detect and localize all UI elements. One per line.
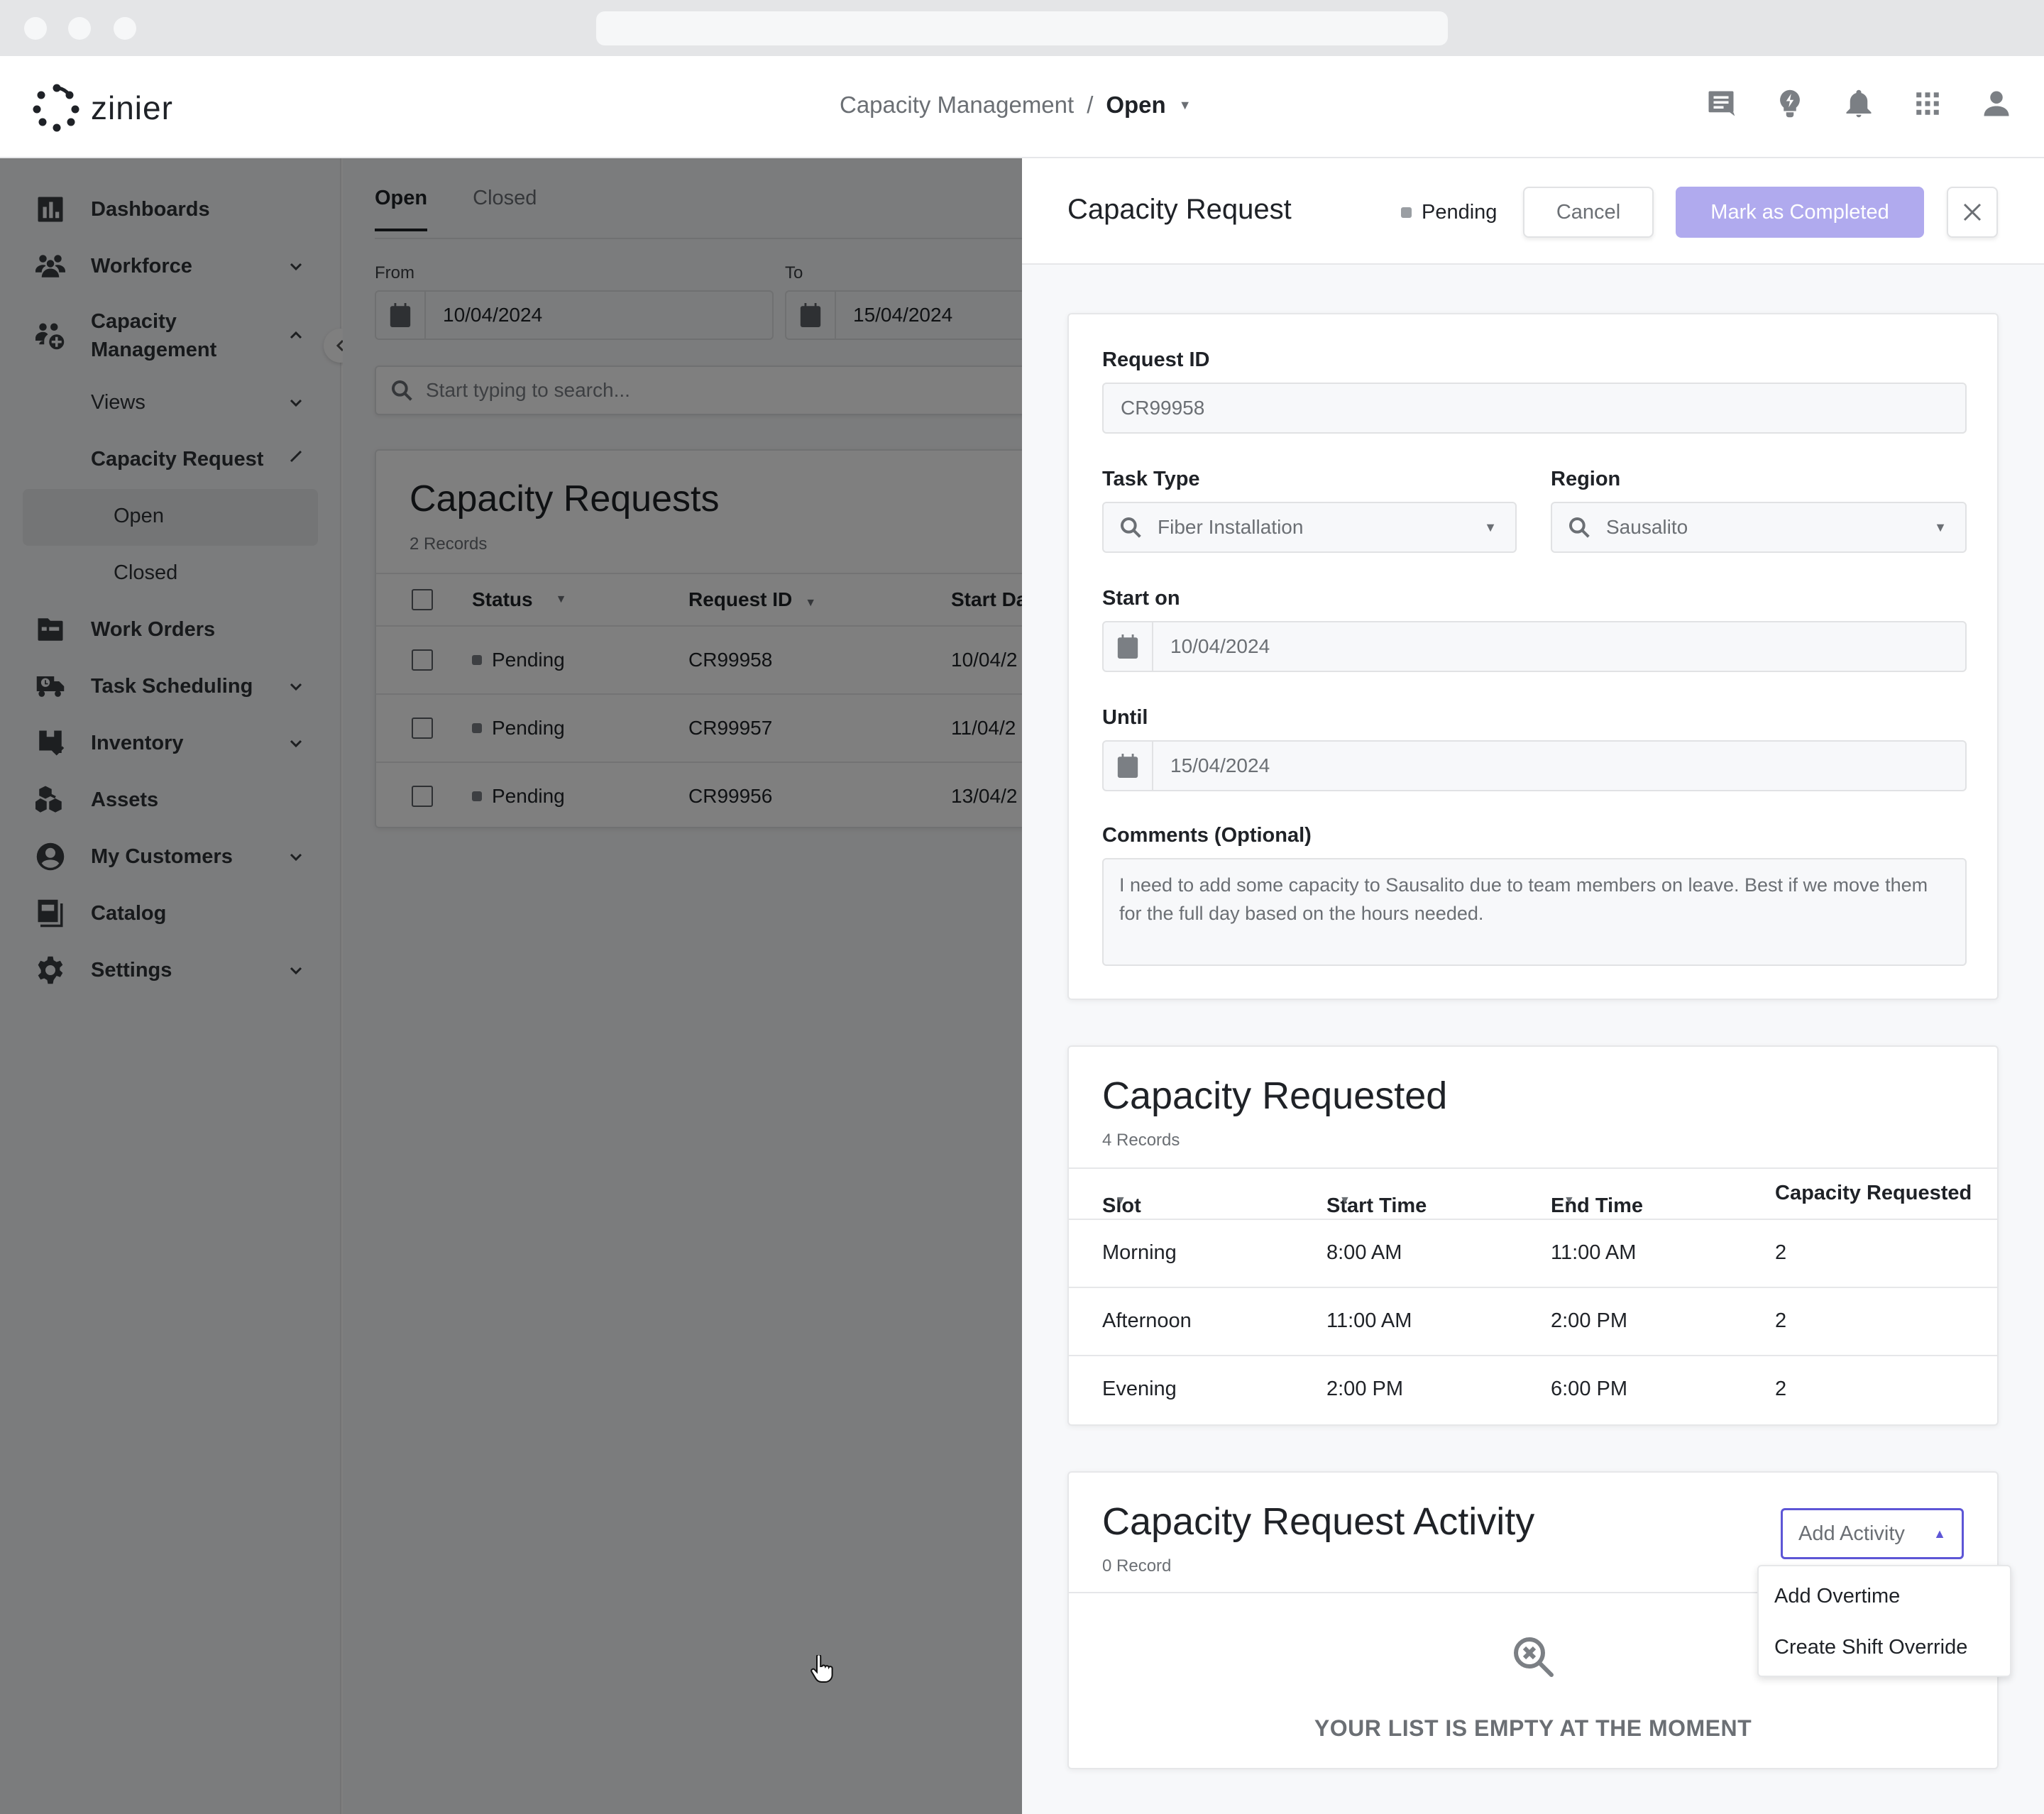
task-type-value: Fiber Installation [1158, 516, 1304, 538]
table-row[interactable]: Morning 8:00 AM 11:00 AM 2 [1069, 1219, 1997, 1287]
app-header: zinier Capacity Management / Open ▼ [0, 56, 2044, 158]
status-dot [1401, 207, 1412, 218]
end-time: 2:00 PM [1551, 1309, 1627, 1332]
address-bar[interactable] [596, 11, 1448, 45]
breadcrumb-parent[interactable]: Capacity Management [840, 92, 1074, 119]
menu-item-add-overtime[interactable]: Add Overtime [1774, 1585, 1900, 1608]
chat-icon[interactable] [1706, 89, 1736, 119]
window-maximize-dot[interactable] [114, 17, 136, 40]
start-on-label: Start on [1102, 587, 1180, 610]
calendar-icon[interactable] [1104, 622, 1153, 671]
until-value: 15/04/2024 [1170, 754, 1270, 776]
capacity-record-count: 4 Records [1102, 1131, 1180, 1150]
lightbulb-icon[interactable] [1775, 89, 1805, 119]
breadcrumb-separator: / [1087, 92, 1094, 118]
close-icon [1963, 203, 1982, 221]
cancel-button[interactable]: Cancel [1523, 187, 1654, 238]
region-select[interactable]: Sausalito ▼ [1551, 502, 1967, 553]
add-activity-dropdown[interactable]: Add Activity ▲ [1781, 1508, 1964, 1559]
start-time: 8:00 AM [1326, 1241, 1402, 1264]
sort-icon: ▼ [1115, 1194, 1126, 1206]
window-minimize-dot[interactable] [68, 17, 91, 40]
comments-textarea[interactable]: I need to add some capacity to Sausalito… [1102, 858, 1967, 966]
until-label: Until [1102, 706, 1148, 729]
table-row[interactable]: Evening 2:00 PM 6:00 PM 2 [1069, 1355, 1997, 1423]
empty-search-icon [1511, 1634, 1555, 1678]
panel-header: Capacity Request Pending Cancel Mark as … [1022, 158, 2044, 265]
column-capacity-requested: Capacity Requested [1775, 1182, 1972, 1204]
breadcrumb-current[interactable]: Open [1106, 92, 1165, 119]
menu-item-create-shift-override[interactable]: Create Shift Override [1774, 1636, 1967, 1659]
empty-state-text: YOUR LIST IS EMPTY AT THE MOMENT [1314, 1715, 1752, 1741]
status-badge: Pending [1401, 201, 1497, 224]
search-icon [1569, 517, 1590, 538]
region-label: Region [1551, 468, 1621, 490]
sort-icon: ▼ [1564, 1194, 1575, 1206]
request-id-field[interactable]: CR99958 [1102, 383, 1967, 434]
calendar-icon[interactable] [1104, 742, 1153, 790]
slot: Evening [1102, 1378, 1177, 1400]
end-time: 11:00 AM [1551, 1241, 1637, 1264]
caret-down-icon[interactable]: ▼ [1934, 520, 1947, 535]
brand-name: zinier [91, 89, 173, 126]
activity-record-count: 0 Record [1102, 1556, 1172, 1576]
logo-icon [33, 84, 79, 132]
start-time: 2:00 PM [1326, 1378, 1403, 1400]
end-time: 6:00 PM [1551, 1378, 1627, 1400]
region-value: Sausalito [1606, 516, 1688, 538]
request-details-card: Request ID CR99958 Task Type Fiber Insta… [1067, 313, 1999, 1000]
capacity-request-activity-card: Capacity Request Activity 0 Record Add A… [1067, 1471, 2011, 1769]
capacity: 2 [1775, 1241, 1787, 1264]
sort-icon: ▼ [1339, 1194, 1351, 1206]
mark-as-completed-button[interactable]: Mark as Completed [1676, 187, 1924, 238]
slot: Afternoon [1102, 1309, 1192, 1332]
table-row[interactable]: Afternoon 11:00 AM 2:00 PM 2 [1069, 1287, 1997, 1355]
caret-down-icon[interactable]: ▼ [1179, 98, 1192, 113]
capacity-requested-title: Capacity Requested [1102, 1074, 1448, 1117]
activity-title: Capacity Request Activity [1102, 1500, 1535, 1543]
browser-chrome [0, 0, 2044, 56]
task-type-select[interactable]: Fiber Installation ▼ [1102, 502, 1517, 553]
request-id-label: Request ID [1102, 348, 1210, 371]
apps-grid-icon[interactable] [1913, 89, 1943, 119]
caret-down-icon[interactable]: ▼ [1484, 520, 1497, 535]
search-icon [1121, 517, 1141, 538]
capacity: 2 [1775, 1309, 1787, 1332]
caret-up-icon: ▲ [1933, 1526, 1946, 1541]
until-date-field[interactable]: 15/04/2024 [1102, 740, 1967, 791]
zinier-logo[interactable]: zinier [33, 83, 173, 133]
add-activity-label: Add Activity [1798, 1522, 1905, 1545]
status-text: Pending [1422, 201, 1498, 224]
slot: Morning [1102, 1241, 1177, 1264]
header-actions [1706, 89, 2011, 119]
start-on-value: 10/04/2024 [1170, 635, 1270, 657]
modal-backdrop[interactable] [0, 158, 1022, 1814]
panel-title: Capacity Request [1067, 194, 1292, 225]
start-time: 11:00 AM [1326, 1309, 1412, 1332]
add-activity-menu: Add Overtime Create Shift Override [1757, 1565, 2011, 1677]
bell-icon[interactable] [1844, 89, 1874, 119]
task-type-label: Task Type [1102, 468, 1200, 490]
table-header-row: Slot ▼ Start Time ▼ End Time ▼ Capacity Req… [1069, 1167, 1997, 1219]
request-id-value: CR99958 [1121, 397, 1205, 419]
user-icon[interactable] [1982, 89, 2011, 119]
capacity-request-panel: Capacity Request Pending Cancel Mark as … [1022, 158, 2044, 1814]
hand-cursor-icon [810, 1654, 834, 1683]
close-panel-button[interactable] [1947, 187, 1998, 238]
breadcrumb: Capacity Management / Open ▼ [840, 92, 1192, 119]
capacity: 2 [1775, 1378, 1787, 1400]
window-close-dot[interactable] [24, 17, 47, 40]
comments-label: Comments (Optional) [1102, 824, 1312, 847]
capacity-requested-card: Capacity Requested 4 Records Slot ▼ Start… [1067, 1045, 1999, 1426]
start-on-date-field[interactable]: 10/04/2024 [1102, 621, 1967, 672]
